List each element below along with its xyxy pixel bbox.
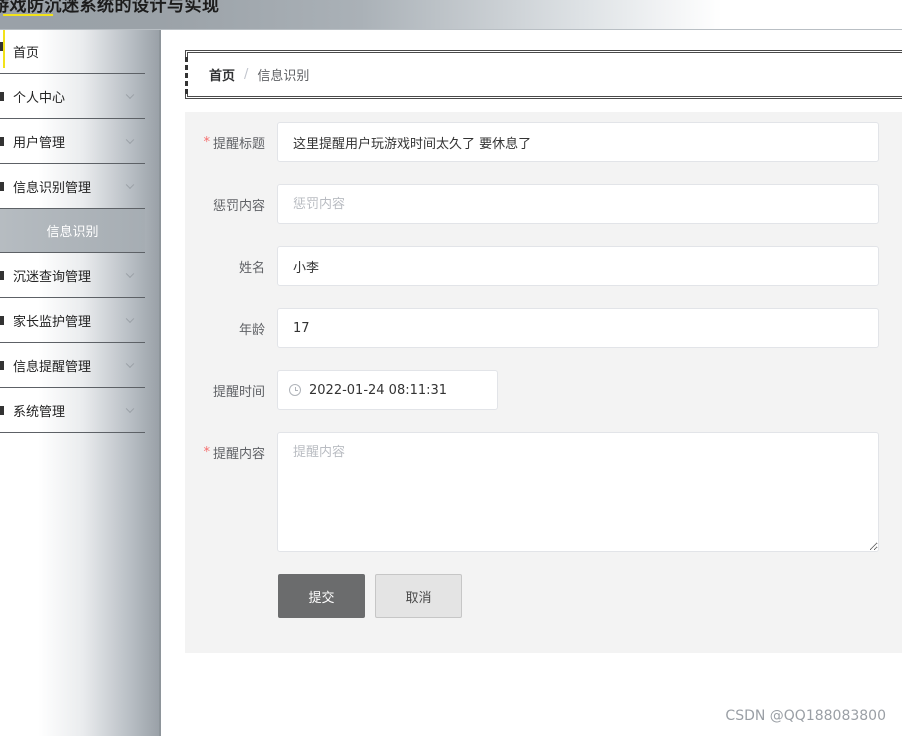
sidebar: 首页 个人中心 用户管理 信息识别管理 信息识别 沉迷查询管理 家长监护管理 信… [0,14,161,736]
bell-icon [0,181,4,191]
form-row-time: 提醒时间 2022-01-24 08:11:31 [185,370,902,410]
chevron-down-icon [125,135,135,145]
penalty-label: 惩罚内容 [212,198,265,214]
sidebar-item-system-management[interactable]: 系统管理 [0,388,145,433]
sidebar-item-home[interactable]: 首页 [0,30,145,74]
content-label: * 提醒内容 [203,444,265,462]
sidebar-item-parent-monitoring-management[interactable]: 家长监护管理 [0,298,145,343]
breadcrumb: 首页 / 信息识别 [185,50,902,99]
sidebar-item-label: 信息提醒管理 [13,359,92,375]
sidebar-subitem-label: 信息识别 [46,225,99,240]
sidebar-item-label: 用户管理 [13,135,66,151]
content-textarea[interactable] [277,432,879,552]
submit-button[interactable]: 提交 [278,574,365,618]
form-row-age: 年龄 [185,308,902,348]
form-row-content: * 提醒内容 [185,432,902,552]
focus-marker-left [3,30,5,68]
list-icon [0,136,4,146]
required-mark: * [203,444,210,460]
breadcrumb-current: 信息识别 [257,69,310,84]
title-label: * 提醒标题 [203,134,265,152]
age-label: 年龄 [238,322,265,338]
sidebar-item-personal-center[interactable]: 个人中心 [0,74,145,119]
time-value: 2022-01-24 08:11:31 [309,382,448,398]
chevron-down-icon [125,314,135,324]
watermark: CSDN @QQ188083800 [725,708,886,724]
sidebar-item-info-reminder-management[interactable]: 信息提醒管理 [0,343,145,388]
sidebar-item-label: 信息识别管理 [13,180,92,196]
name-input[interactable] [277,246,879,286]
shield-icon [0,315,4,325]
cancel-button[interactable]: 取消 [375,574,462,618]
name-label: 姓名 [238,260,265,276]
age-input[interactable] [277,308,879,348]
sidebar-item-label: 沉迷查询管理 [13,269,92,285]
chevron-down-icon [125,359,135,369]
form-row-penalty: 惩罚内容 [185,184,902,224]
form-row-name: 姓名 [185,246,902,286]
sidebar-menu: 首页 个人中心 用户管理 信息识别管理 信息识别 沉迷查询管理 家长监护管理 信… [0,30,159,433]
sidebar-item-label: 系统管理 [13,404,66,420]
sidebar-item-info-recognition-management[interactable]: 信息识别管理 [0,164,145,209]
top-header: 游戏防沉迷系统的设计与实现 [0,0,902,30]
sidebar-item-addiction-query-management[interactable]: 沉迷查询管理 [0,253,145,298]
form-panel: * 提醒标题 惩罚内容 姓名 年龄 提醒时间 2022-01-24 08:11:… [185,112,902,653]
title-input[interactable] [277,122,879,162]
sidebar-item-label: 家长监护管理 [13,314,92,330]
sidebar-item-label: 个人中心 [13,90,66,106]
sidebar-subitem-info-recognition[interactable]: 信息识别 [0,209,145,253]
time-label: 提醒时间 [212,384,265,400]
sidebar-item-user-management[interactable]: 用户管理 [0,119,145,164]
chevron-down-icon [125,180,135,190]
user-icon [0,91,4,101]
penalty-input[interactable] [277,184,879,224]
clock-icon [289,384,301,396]
form-row-title: * 提醒标题 [185,122,902,162]
focus-marker-top [3,14,53,16]
required-mark: * [203,134,210,150]
gear-icon [0,405,4,415]
chevron-down-icon [125,404,135,414]
breadcrumb-home[interactable]: 首页 [209,65,235,84]
chevron-down-icon [125,90,135,100]
time-picker[interactable]: 2022-01-24 08:11:31 [277,370,498,410]
breadcrumb-separator: / [244,67,249,82]
sidebar-item-label: 首页 [13,46,40,61]
message-icon [0,360,4,370]
chevron-down-icon [125,269,135,279]
search-icon [0,270,4,280]
